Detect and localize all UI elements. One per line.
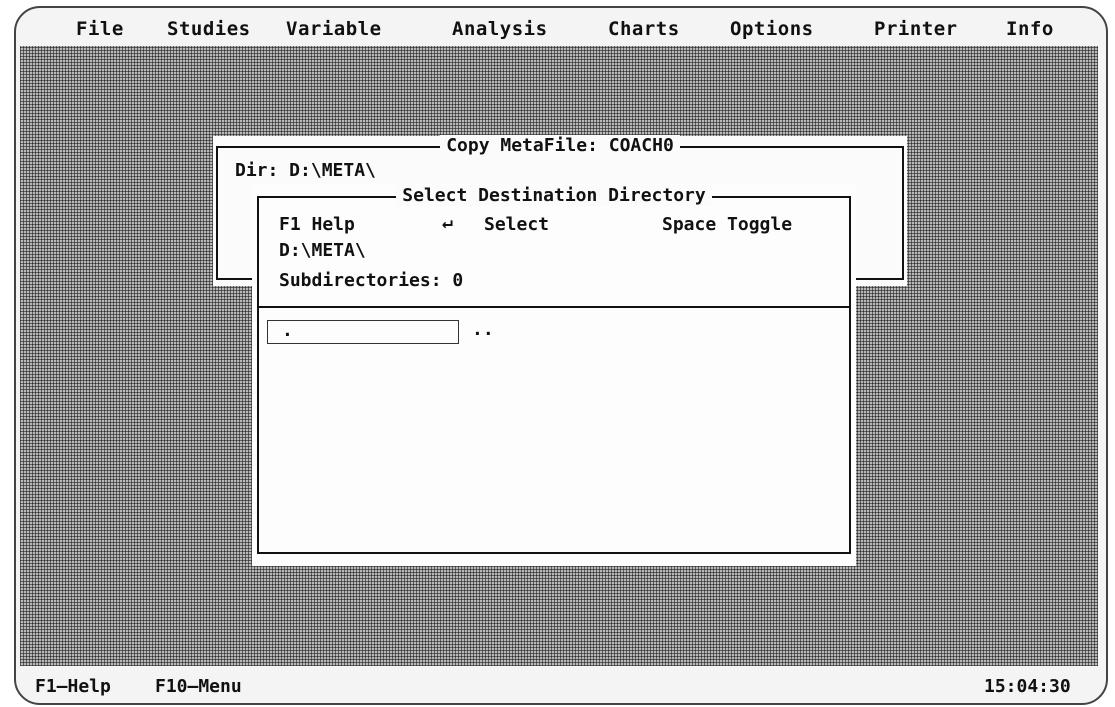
current-dir-label: Dir: D:\META\ bbox=[235, 160, 376, 181]
enter-key-icon: ↵ bbox=[442, 212, 453, 233]
menu-charts[interactable]: Charts bbox=[608, 18, 680, 40]
directory-entry-current[interactable]: . bbox=[267, 320, 459, 344]
select-dialog-title: Select Destination Directory bbox=[396, 185, 712, 206]
status-bar: F1—Help F10—Menu 15:04:30 bbox=[0, 676, 1115, 702]
menu-bar: File Studies Variable Analysis Charts Op… bbox=[0, 18, 1115, 46]
list-divider bbox=[259, 306, 849, 308]
menu-variable[interactable]: Variable bbox=[286, 18, 382, 40]
menu-printer[interactable]: Printer bbox=[874, 18, 958, 40]
status-menu-key[interactable]: F10—Menu bbox=[155, 676, 242, 697]
menu-studies[interactable]: Studies bbox=[167, 18, 251, 40]
status-clock: 15:04:30 bbox=[984, 676, 1071, 697]
select-destination-dialog: Select Destination Directory F1 Help ↵ S… bbox=[252, 184, 856, 566]
space-toggle-hint[interactable]: Space Toggle bbox=[662, 214, 792, 235]
help-hint[interactable]: F1 Help bbox=[279, 214, 355, 235]
menu-analysis[interactable]: Analysis bbox=[452, 18, 548, 40]
menu-info[interactable]: Info bbox=[1006, 18, 1054, 40]
directory-entry-label: . bbox=[282, 320, 293, 341]
directory-entry-label: .. bbox=[472, 319, 494, 340]
status-help-key[interactable]: F1—Help bbox=[35, 676, 111, 697]
select-hint[interactable]: Select bbox=[484, 214, 549, 235]
destination-path: D:\META\ bbox=[279, 240, 366, 261]
menu-options[interactable]: Options bbox=[730, 18, 814, 40]
copy-dialog-title: Copy MetaFile: COACH0 bbox=[440, 135, 680, 156]
directory-entry-parent[interactable]: .. bbox=[472, 319, 512, 344]
subdirectory-count: Subdirectories: 0 bbox=[279, 270, 464, 291]
menu-file[interactable]: File bbox=[76, 18, 124, 40]
